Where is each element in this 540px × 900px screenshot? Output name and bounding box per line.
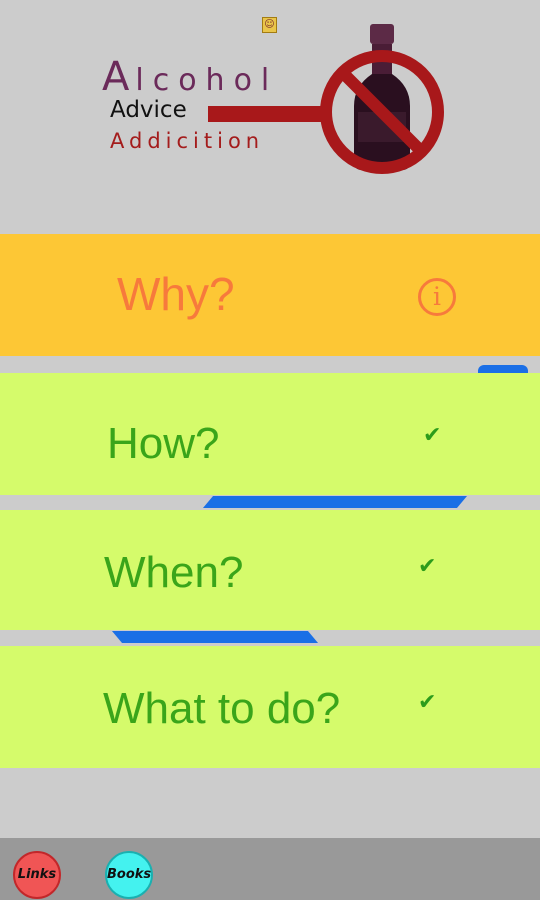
what-to-do-panel[interactable]: What to do? ✔: [0, 646, 540, 768]
logo-alcohol-text: Alcohol: [102, 54, 279, 100]
books-button[interactable]: Books: [105, 851, 153, 899]
logo-bar: [208, 106, 328, 122]
info-icon[interactable]: i: [418, 278, 456, 316]
links-button[interactable]: Links: [13, 851, 61, 899]
why-panel[interactable]: Why? i: [0, 234, 540, 356]
check-icon: ✔: [418, 690, 437, 715]
when-label: When?: [104, 548, 244, 597]
why-label: Why?: [117, 268, 235, 320]
how-panel[interactable]: How? ✔: [0, 373, 540, 495]
logo-advice-text: Advice: [110, 97, 187, 123]
bottom-bar: [0, 838, 540, 900]
check-icon: ✔: [418, 554, 437, 579]
how-label: How?: [107, 419, 220, 468]
when-panel[interactable]: When? ✔: [0, 510, 540, 630]
decorative-stripe: [111, 631, 319, 643]
no-bottle-icon: [320, 24, 444, 174]
what-to-do-label: What to do?: [103, 684, 341, 733]
app-logo: Alcohol Advice Addicition: [100, 20, 450, 180]
decorative-stripe: [202, 496, 468, 508]
decorative-stripe: [478, 365, 528, 373]
check-icon: ✔: [423, 423, 442, 448]
logo-addiction-text: Addicition: [110, 129, 265, 153]
